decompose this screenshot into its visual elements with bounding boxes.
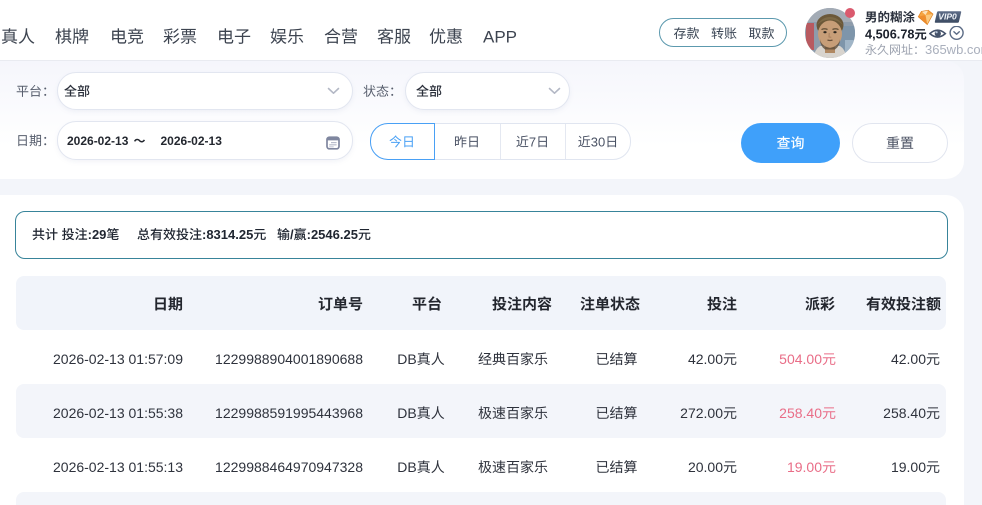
svg-text:2026-02-13: 2026-02-13 <box>67 134 129 148</box>
svg-text:1229988904001890688: 1229988904001890688 <box>215 351 363 367</box>
svg-text::2546.25: :2546.25 <box>307 227 358 242</box>
svg-text:DB: DB <box>397 351 416 367</box>
svg-text:2026-02-13: 2026-02-13 <box>161 134 223 148</box>
svg-text:7: 7 <box>529 134 536 149</box>
svg-text:DB: DB <box>397 459 416 475</box>
svg-text:2026-02-13 01:55:38: 2026-02-13 01:55:38 <box>53 405 183 421</box>
svg-text:365wb.com: 365wb.com <box>925 42 982 57</box>
svg-text:19.00: 19.00 <box>891 459 926 475</box>
svg-text:DB: DB <box>397 405 416 421</box>
svg-text:2026-02-13 01:55:13: 2026-02-13 01:55:13 <box>53 459 183 475</box>
svg-text:19.00: 19.00 <box>787 459 822 475</box>
svg-text:1229988591995443968: 1229988591995443968 <box>215 405 363 421</box>
svg-text:258.40: 258.40 <box>779 405 822 421</box>
svg-text:1229988464970947328: 1229988464970947328 <box>215 459 363 475</box>
svg-text:VIP0: VIP0 <box>938 12 957 22</box>
svg-text:20.00: 20.00 <box>688 459 723 475</box>
svg-text:4,506.78: 4,506.78 <box>865 28 914 42</box>
svg-text::29: :29 <box>88 227 107 242</box>
svg-text:/: / <box>290 227 294 242</box>
svg-text:42.00: 42.00 <box>891 351 926 367</box>
svg-text:272.00: 272.00 <box>680 405 723 421</box>
svg-text:258.40: 258.40 <box>883 405 926 421</box>
svg-text:2026-02-13 01:57:09: 2026-02-13 01:57:09 <box>53 351 183 367</box>
svg-text:APP: APP <box>483 28 517 47</box>
svg-text:504.00: 504.00 <box>779 351 822 367</box>
svg-text:30: 30 <box>591 134 605 149</box>
svg-text::8314.25: :8314.25 <box>202 227 253 242</box>
svg-text:42.00: 42.00 <box>688 351 723 367</box>
